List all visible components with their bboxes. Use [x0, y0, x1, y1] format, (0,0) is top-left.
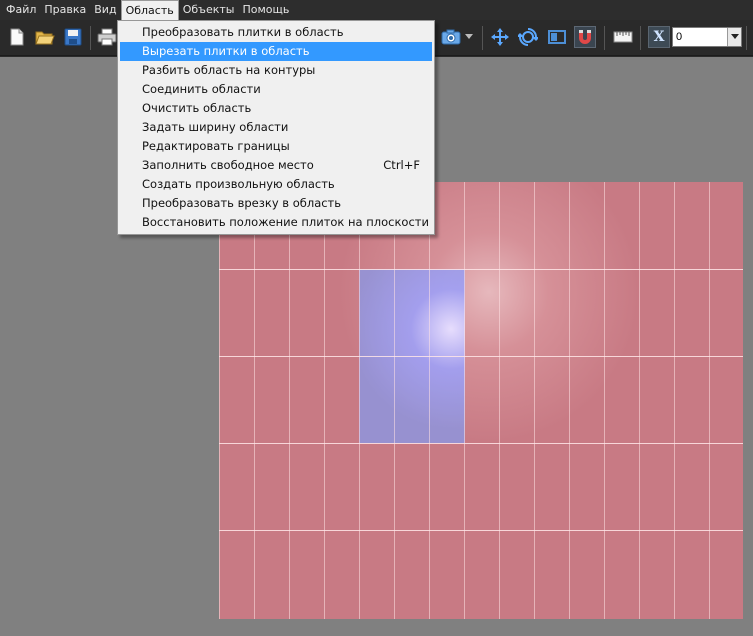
tile-grid-line-vertical [359, 182, 360, 619]
menu-item-clear-area[interactable]: Очистить область [120, 99, 432, 118]
menu-item-edit-borders[interactable]: Редактировать границы [120, 137, 432, 156]
tile-grid-line-vertical [674, 182, 675, 619]
menu-objects[interactable]: Объекты [179, 0, 239, 20]
menu-area[interactable]: Область [120, 0, 179, 21]
flip-icon[interactable] [546, 26, 568, 48]
coord-x-value[interactable]: 0 [673, 28, 727, 46]
shortcut-label: Ctrl+F [383, 158, 420, 172]
magnet-icon[interactable] [574, 26, 596, 48]
tile-grid-line-horizontal [219, 443, 743, 444]
new-file-icon[interactable] [6, 26, 28, 48]
tile-grid-line-vertical [219, 182, 220, 619]
tile-grid-line-vertical [289, 182, 290, 619]
tile-grid-line-vertical [254, 182, 255, 619]
menu-bar: Файл Правка Вид Область Объекты Помощь [0, 0, 753, 21]
tile-grid-line-vertical [709, 182, 710, 619]
coord-x-field[interactable]: 0 [672, 27, 742, 47]
axis-x-button[interactable]: X [648, 26, 670, 48]
ruler-icon[interactable] [612, 26, 634, 48]
menu-item-convert-inset[interactable]: Преобразовать врезку в область [120, 194, 432, 213]
tile-grid-line-horizontal [219, 269, 743, 270]
menu-item-convert-tiles[interactable]: Преобразовать плитки в область [120, 23, 432, 42]
tile-grid-line-vertical [604, 182, 605, 619]
print-icon[interactable] [96, 26, 118, 48]
tile-grid-line-vertical [324, 182, 325, 619]
move-icon[interactable] [489, 26, 511, 48]
camera-dropdown-chevron-down-icon[interactable] [462, 26, 476, 48]
tile-grid-line-vertical [569, 182, 570, 619]
tile-grid-line-vertical [429, 182, 430, 619]
rotate-icon[interactable] [517, 26, 539, 48]
camera-icon[interactable] [440, 26, 462, 48]
tile-grid-line-horizontal [219, 530, 743, 531]
menu-item-join-areas[interactable]: Соединить области [120, 80, 432, 99]
tile-grid-line-vertical [394, 182, 395, 619]
menu-item-set-width[interactable]: Задать ширину области [120, 118, 432, 137]
menu-item-cut-tiles[interactable]: Вырезать плитки в область [120, 42, 432, 61]
open-folder-icon[interactable] [34, 26, 56, 48]
tile-surface[interactable] [219, 182, 743, 619]
tile-grid-line-horizontal [219, 356, 743, 357]
save-icon[interactable] [62, 26, 84, 48]
menu-item-create-custom-area[interactable]: Создать произвольную область [120, 175, 432, 194]
menu-item-fill-free-space[interactable]: Заполнить свободное место Ctrl+F [120, 156, 432, 175]
menu-item-restore-tile-positions[interactable]: Восстановить положение плиток на плоскос… [120, 213, 432, 232]
tile-grid-line-vertical [534, 182, 535, 619]
menu-file[interactable]: Файл [2, 0, 40, 20]
tile-grid-line-vertical [639, 182, 640, 619]
tile-grid-line-vertical [499, 182, 500, 619]
tile-grid-line-vertical [464, 182, 465, 619]
menu-view[interactable]: Вид [90, 0, 120, 20]
coord-x-chevron-down-icon[interactable] [727, 28, 741, 46]
menu-help[interactable]: Помощь [238, 0, 293, 20]
area-menu-dropdown: Преобразовать плитки в область Вырезать … [117, 20, 435, 235]
menu-item-split-contours[interactable]: Разбить область на контуры [120, 61, 432, 80]
menu-edit[interactable]: Правка [40, 0, 90, 20]
